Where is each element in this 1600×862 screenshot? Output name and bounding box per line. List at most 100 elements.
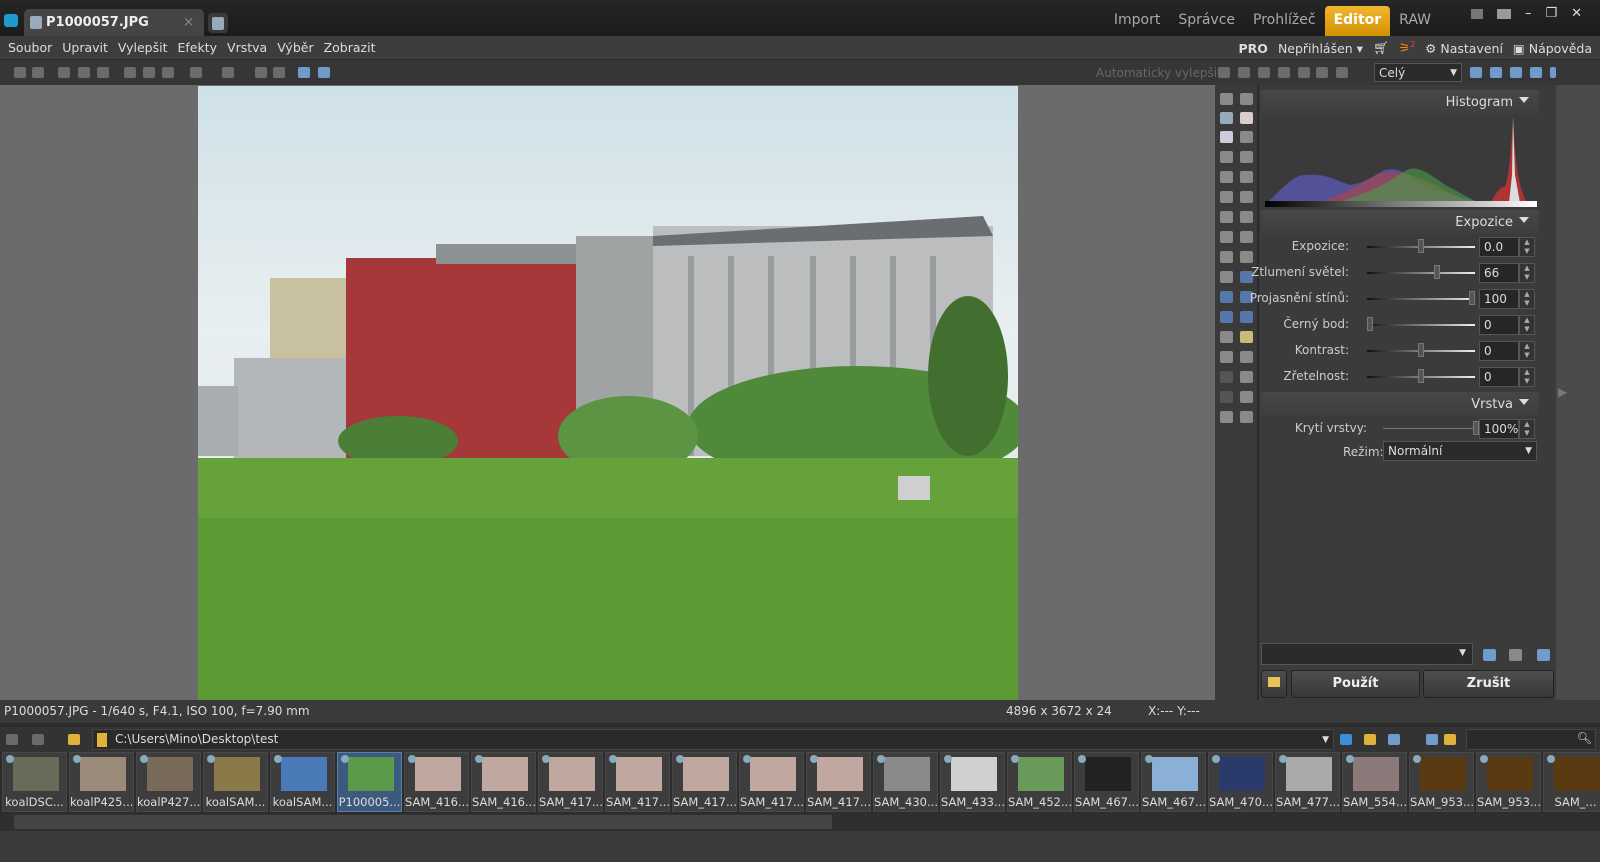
tab-import[interactable]: Import [1105,0,1169,36]
quick-fix-icon[interactable] [1220,93,1233,105]
slider-stepper[interactable]: ▲▼ [1519,341,1535,361]
heal-tool-icon[interactable] [1240,211,1253,223]
rectangle-icon[interactable] [1220,411,1233,423]
display-mode-icon[interactable] [1497,9,1511,19]
slider-track[interactable] [1367,272,1475,274]
thumbnail-item[interactable]: SAM_467... [1074,752,1139,812]
edited-photo[interactable] [198,86,1018,700]
panel-collapse-strip[interactable]: ▶ [1556,85,1600,700]
zoom-tool-icon[interactable] [1240,112,1253,124]
polygon-lasso-icon[interactable] [1220,311,1233,323]
levels-tool-icon[interactable] [1316,67,1328,78]
filter-tool-icon[interactable] [1336,67,1348,78]
red-eye-icon[interactable] [1240,191,1253,203]
crop-tool-icon[interactable] [1240,131,1253,143]
settings-button[interactable]: ⚙ Nastavení [1425,41,1503,56]
menu-soubor[interactable]: Soubor [3,40,57,55]
compare-button[interactable] [1261,670,1287,698]
tab-raw[interactable]: RAW [1390,0,1440,36]
user-menu[interactable]: Nepřihlášen ▾ [1278,41,1363,56]
shapes-icon[interactable] [1240,371,1253,383]
blend-mode-select[interactable]: Normální▼ [1383,441,1537,461]
slider-value-input[interactable]: 0 [1479,367,1519,387]
slider-stepper[interactable]: ▲▼ [1519,289,1535,309]
search-input[interactable]: 🔍︎ [1466,729,1596,750]
retouch-icon[interactable] [1220,231,1233,243]
magic-wand-icon[interactable] [1220,331,1233,343]
thumbnail-item[interactable]: koalP425... [69,752,134,812]
slider-value-input[interactable]: 66 [1479,263,1519,283]
opacity-slider[interactable] [1383,428,1479,429]
slider-track[interactable] [1367,298,1475,300]
selection-brush-icon[interactable] [1240,331,1253,343]
thumbnail-item[interactable]: P100005... [337,752,402,812]
vignette-icon[interactable] [1240,411,1253,423]
menu-vyber[interactable]: Výběr [272,40,318,55]
zoom-100-icon[interactable] [1510,67,1522,78]
slider-value-input[interactable]: 0.0 [1479,237,1519,257]
thumbnail-item[interactable]: SAM_417... [672,752,737,812]
slider-stepper[interactable]: ▲▼ [1519,315,1535,335]
monitor-icon[interactable] [1471,9,1483,19]
eraser-icon[interactable] [1220,271,1233,283]
menu-vrstva[interactable]: Vrstva [222,40,272,55]
straighten-tool-icon[interactable] [1220,151,1233,163]
zoom-select[interactable]: Celý▼ [1374,63,1462,82]
copy-icon[interactable] [124,67,136,78]
line-icon[interactable] [1220,391,1233,403]
enhance-tool-icon[interactable] [1218,67,1230,78]
magnetic-lasso-icon[interactable] [1240,311,1253,323]
histogram-header[interactable]: Histogram [1261,90,1539,114]
menu-efekty[interactable]: Efekty [173,40,223,55]
slider-value-input[interactable]: 0 [1479,315,1519,335]
rss-icon[interactable]: ⚞2 [1399,40,1415,55]
app-icon[interactable] [4,14,18,27]
zoom-in-icon[interactable] [1470,67,1482,78]
restore-button[interactable]: ❐ [1545,6,1557,21]
menu-upravit[interactable]: Upravit [57,40,113,55]
preset-select[interactable]: ▼ [1261,643,1473,665]
menu-vylepsit[interactable]: Vylepšit [113,40,173,55]
thumbnail-item[interactable]: SAM_417... [806,752,871,812]
undo-icon[interactable] [190,67,202,78]
reset-icon[interactable] [1537,649,1550,661]
thumbnail-item[interactable]: SAM_417... [605,752,670,812]
rotate-right-icon[interactable] [273,67,285,78]
color-tool-icon[interactable] [1238,67,1250,78]
rotate-left-icon[interactable] [255,67,267,78]
thumbnail-item[interactable]: SAM_433... [940,752,1005,812]
auto-enhance-button[interactable]: Automaticky vylepšit [1096,66,1222,80]
clone-stamp-icon[interactable] [1220,211,1233,223]
thumbnail-item[interactable]: SAM_470... [1208,752,1273,812]
close-tab-button[interactable]: × [183,15,194,30]
slider-value-input[interactable]: 0 [1479,341,1519,361]
perspective-tool-icon[interactable] [1240,151,1253,163]
back-icon[interactable] [14,67,26,78]
brush-tool-icon[interactable] [1258,67,1270,78]
thumbnail-item[interactable]: SAM_416... [404,752,469,812]
opacity-input[interactable]: 100% [1479,419,1519,439]
new-tab-button[interactable] [208,13,228,33]
slider-stepper[interactable]: ▲▼ [1519,367,1535,387]
thumbnail-item[interactable]: koalSAM... [203,752,268,812]
layout-single-icon[interactable] [298,67,310,78]
paste-new-icon[interactable] [162,67,174,78]
expand-arrow-icon[interactable]: ▶ [1558,385,1567,399]
thumbnail-item[interactable]: SAM_417... [538,752,603,812]
delete-preset-icon[interactable] [1509,649,1522,661]
slider-thumb[interactable] [1418,343,1424,357]
curve-icon[interactable] [1220,371,1233,383]
thumbnail-item[interactable]: SAM_953... [1409,752,1474,812]
slider-thumb[interactable] [1367,317,1373,331]
slider-stepper[interactable]: ▲▼ [1519,237,1535,257]
thumbnail-item[interactable]: koalDSC... [2,752,67,812]
close-window-button[interactable]: ✕ [1571,6,1582,21]
ellipse-select-icon[interactable] [1220,291,1233,303]
back-icon[interactable] [6,734,18,745]
opacity-stepper[interactable]: ▲▼ [1519,419,1535,439]
thumbnail-item[interactable]: SAM_416... [471,752,536,812]
light-tool-icon[interactable] [1278,67,1290,78]
forward-icon[interactable] [32,67,44,78]
print-icon[interactable] [97,67,109,78]
tilt-tool-icon[interactable] [1220,191,1233,203]
